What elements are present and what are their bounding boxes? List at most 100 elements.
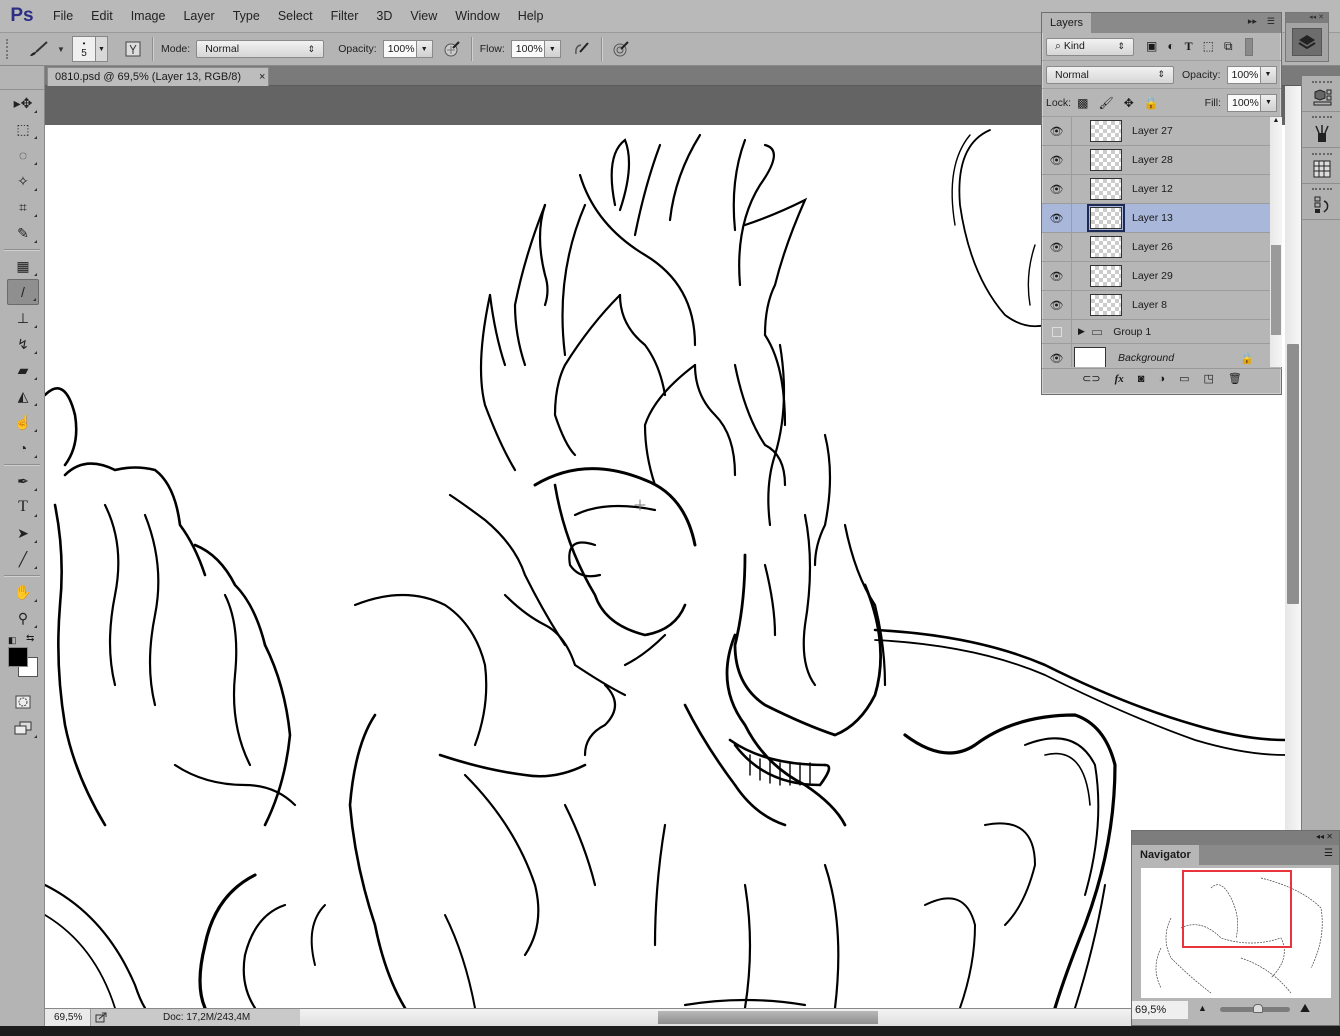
brush-panel-toggle[interactable] (122, 38, 144, 60)
fill-field[interactable]: 100% (1227, 93, 1261, 112)
menu-edit[interactable]: Edit (82, 0, 122, 33)
type-tool[interactable]: T (7, 494, 39, 520)
tool-preset-picker[interactable] (20, 36, 56, 62)
layer-row[interactable]: 👁 Layer 29 (1042, 261, 1270, 291)
spot-healing-tool[interactable]: ▦ (7, 253, 39, 279)
brush-size-picker[interactable]: • 5 (72, 36, 96, 62)
opacity-field[interactable]: 100% (382, 40, 417, 58)
zoom-in-icon[interactable]: ⛰ (1300, 1001, 1310, 1016)
blend-mode-select[interactable]: Normal ⇕ (1046, 65, 1174, 84)
history-brush-tool[interactable]: ↯ (7, 331, 39, 357)
visibility-eye-icon[interactable]: 👁 (1042, 343, 1072, 367)
visibility-toggle-empty[interactable] (1042, 319, 1072, 344)
menu-image[interactable]: Image (122, 0, 175, 33)
visibility-eye-icon[interactable]: 👁 (1042, 145, 1072, 175)
layers-tab[interactable]: Layers (1042, 13, 1092, 33)
navigator-zoom-field[interactable]: 69,5% (1132, 1001, 1188, 1019)
menu-select[interactable]: Select (269, 0, 322, 33)
layers-scrollbar-thumb[interactable] (1271, 245, 1281, 335)
panel-collapse-controls[interactable]: ◂◂ ✕ (1316, 832, 1333, 841)
zoom-level-field[interactable]: 69,5% (45, 1008, 91, 1027)
line-tool[interactable]: ╱ (7, 546, 39, 572)
visibility-eye-icon[interactable]: 👁 (1042, 290, 1072, 320)
smart-object-filter-icon[interactable]: ⧉ (1224, 39, 1233, 54)
layers-scrollbar[interactable]: ▲ (1270, 117, 1282, 367)
magic-wand-tool[interactable]: ✧ (7, 168, 39, 194)
fill-dropdown[interactable]: ▼ (1261, 93, 1277, 112)
pen-tool[interactable]: ✒ (7, 468, 39, 494)
3d-panel-button[interactable] (1302, 76, 1340, 112)
eraser-tool[interactable]: ▰ (7, 357, 39, 383)
lock-image-icon[interactable]: 🖌 (1098, 96, 1113, 110)
layer-row[interactable]: 👁 Layer 12 (1042, 174, 1270, 204)
visibility-eye-icon[interactable]: 👁 (1042, 117, 1072, 146)
paint-bucket-tool[interactable]: ◭ (7, 383, 39, 409)
marquee-tool[interactable]: ⬚ (7, 116, 39, 142)
adjustment-filter-icon[interactable]: ◐ (1167, 39, 1174, 54)
layer-row[interactable]: 👁 Layer 27 (1042, 117, 1270, 146)
layer-opacity-dropdown[interactable]: ▼ (1260, 65, 1277, 84)
blur-tool[interactable]: ☝ (7, 409, 39, 435)
airbrush-button[interactable] (571, 38, 593, 60)
add-mask-icon[interactable]: ◙ (1138, 373, 1145, 385)
collapse-panel-icon[interactable]: ▸▸ (1248, 16, 1257, 27)
move-tool[interactable]: ▸✥ (7, 90, 39, 116)
crop-tool[interactable]: ⌗ (7, 194, 39, 220)
flow-field[interactable]: 100% (510, 40, 545, 58)
layer-row[interactable]: 👁 Layer 26 (1042, 232, 1270, 262)
pressure-opacity-button[interactable] (441, 38, 463, 60)
layers-panel-icon-button[interactable]: ◂◂ ✕ (1285, 12, 1329, 62)
adjustment-layer-icon[interactable]: ◑ (1158, 373, 1165, 385)
new-layer-icon[interactable]: ◳ (1203, 372, 1213, 385)
new-group-icon[interactable]: ▭ (1179, 372, 1189, 385)
navigator-preview[interactable] (1141, 868, 1331, 998)
menu-layer[interactable]: Layer (174, 0, 223, 33)
options-bar-grip[interactable] (6, 39, 10, 59)
layer-row-selected[interactable]: 👁 Layer 13 (1042, 203, 1270, 233)
screen-mode-button[interactable] (7, 715, 39, 741)
hand-tool[interactable]: ✋ (7, 579, 39, 605)
lasso-tool[interactable]: ◌ (7, 142, 39, 168)
view-area-box[interactable] (1182, 870, 1292, 948)
visibility-eye-icon[interactable]: 👁 (1042, 174, 1072, 204)
menu-view[interactable]: View (401, 0, 446, 33)
pixel-filter-icon[interactable]: ▣ (1146, 39, 1157, 54)
brush-presets-button[interactable] (1302, 112, 1340, 148)
menu-file[interactable]: File (44, 0, 82, 33)
group-row[interactable]: ▶ ▭ Group 1 (1042, 319, 1270, 344)
zoom-out-icon[interactable]: ▲ (1198, 1003, 1207, 1013)
tools-panel-header[interactable] (0, 66, 44, 90)
swatches-button[interactable] (1302, 148, 1340, 184)
brush-tool[interactable]: / (7, 279, 39, 305)
zoom-slider[interactable] (1220, 1004, 1290, 1013)
filter-kind-select[interactable]: ⌕ Kind ⇕ (1046, 37, 1134, 56)
filter-toggle[interactable] (1244, 37, 1253, 56)
mode-select[interactable]: Normal ⇕ (196, 40, 325, 58)
layer-row[interactable]: 👁 Layer 28 (1042, 145, 1270, 175)
visibility-eye-icon[interactable]: 👁 (1042, 261, 1072, 291)
history-button[interactable] (1302, 184, 1340, 220)
default-colors-icon[interactable]: ◧ (8, 635, 17, 646)
panel-collapse-controls[interactable]: ◂◂ ✕ (1286, 13, 1328, 23)
scroll-up-icon[interactable]: ▲ (1270, 117, 1282, 124)
flow-dropdown[interactable]: ▼ (544, 40, 561, 58)
vertical-scrollbar-thumb[interactable] (1287, 344, 1299, 604)
layer-style-fx-icon[interactable]: fx (1115, 373, 1124, 385)
link-layers-icon[interactable]: ⊂⊃ (1082, 372, 1100, 385)
navigator-header[interactable]: ◂◂ ✕ (1132, 831, 1339, 845)
pressure-size-button[interactable] (610, 38, 632, 60)
lock-position-icon[interactable]: ✥ (1124, 96, 1134, 110)
brush-size-dropdown[interactable]: ▼ (96, 36, 108, 62)
foreground-color-swatch[interactable] (8, 647, 28, 667)
quick-mask-button[interactable] (7, 689, 39, 715)
clone-stamp-tool[interactable]: ⊥ (7, 305, 39, 331)
lock-transparent-icon[interactable]: ▩ (1077, 96, 1088, 110)
type-filter-icon[interactable]: T (1185, 39, 1193, 54)
opacity-dropdown[interactable]: ▼ (416, 40, 433, 58)
zoom-slider-knob[interactable] (1253, 1004, 1263, 1013)
zoom-tool[interactable]: ⚲ (7, 605, 39, 631)
panel-menu-icon[interactable]: ☰ (1267, 16, 1275, 27)
panel-menu-icon[interactable]: ☰ (1324, 848, 1333, 859)
menu-help[interactable]: Help (509, 0, 553, 33)
menu-filter[interactable]: Filter (322, 0, 368, 33)
